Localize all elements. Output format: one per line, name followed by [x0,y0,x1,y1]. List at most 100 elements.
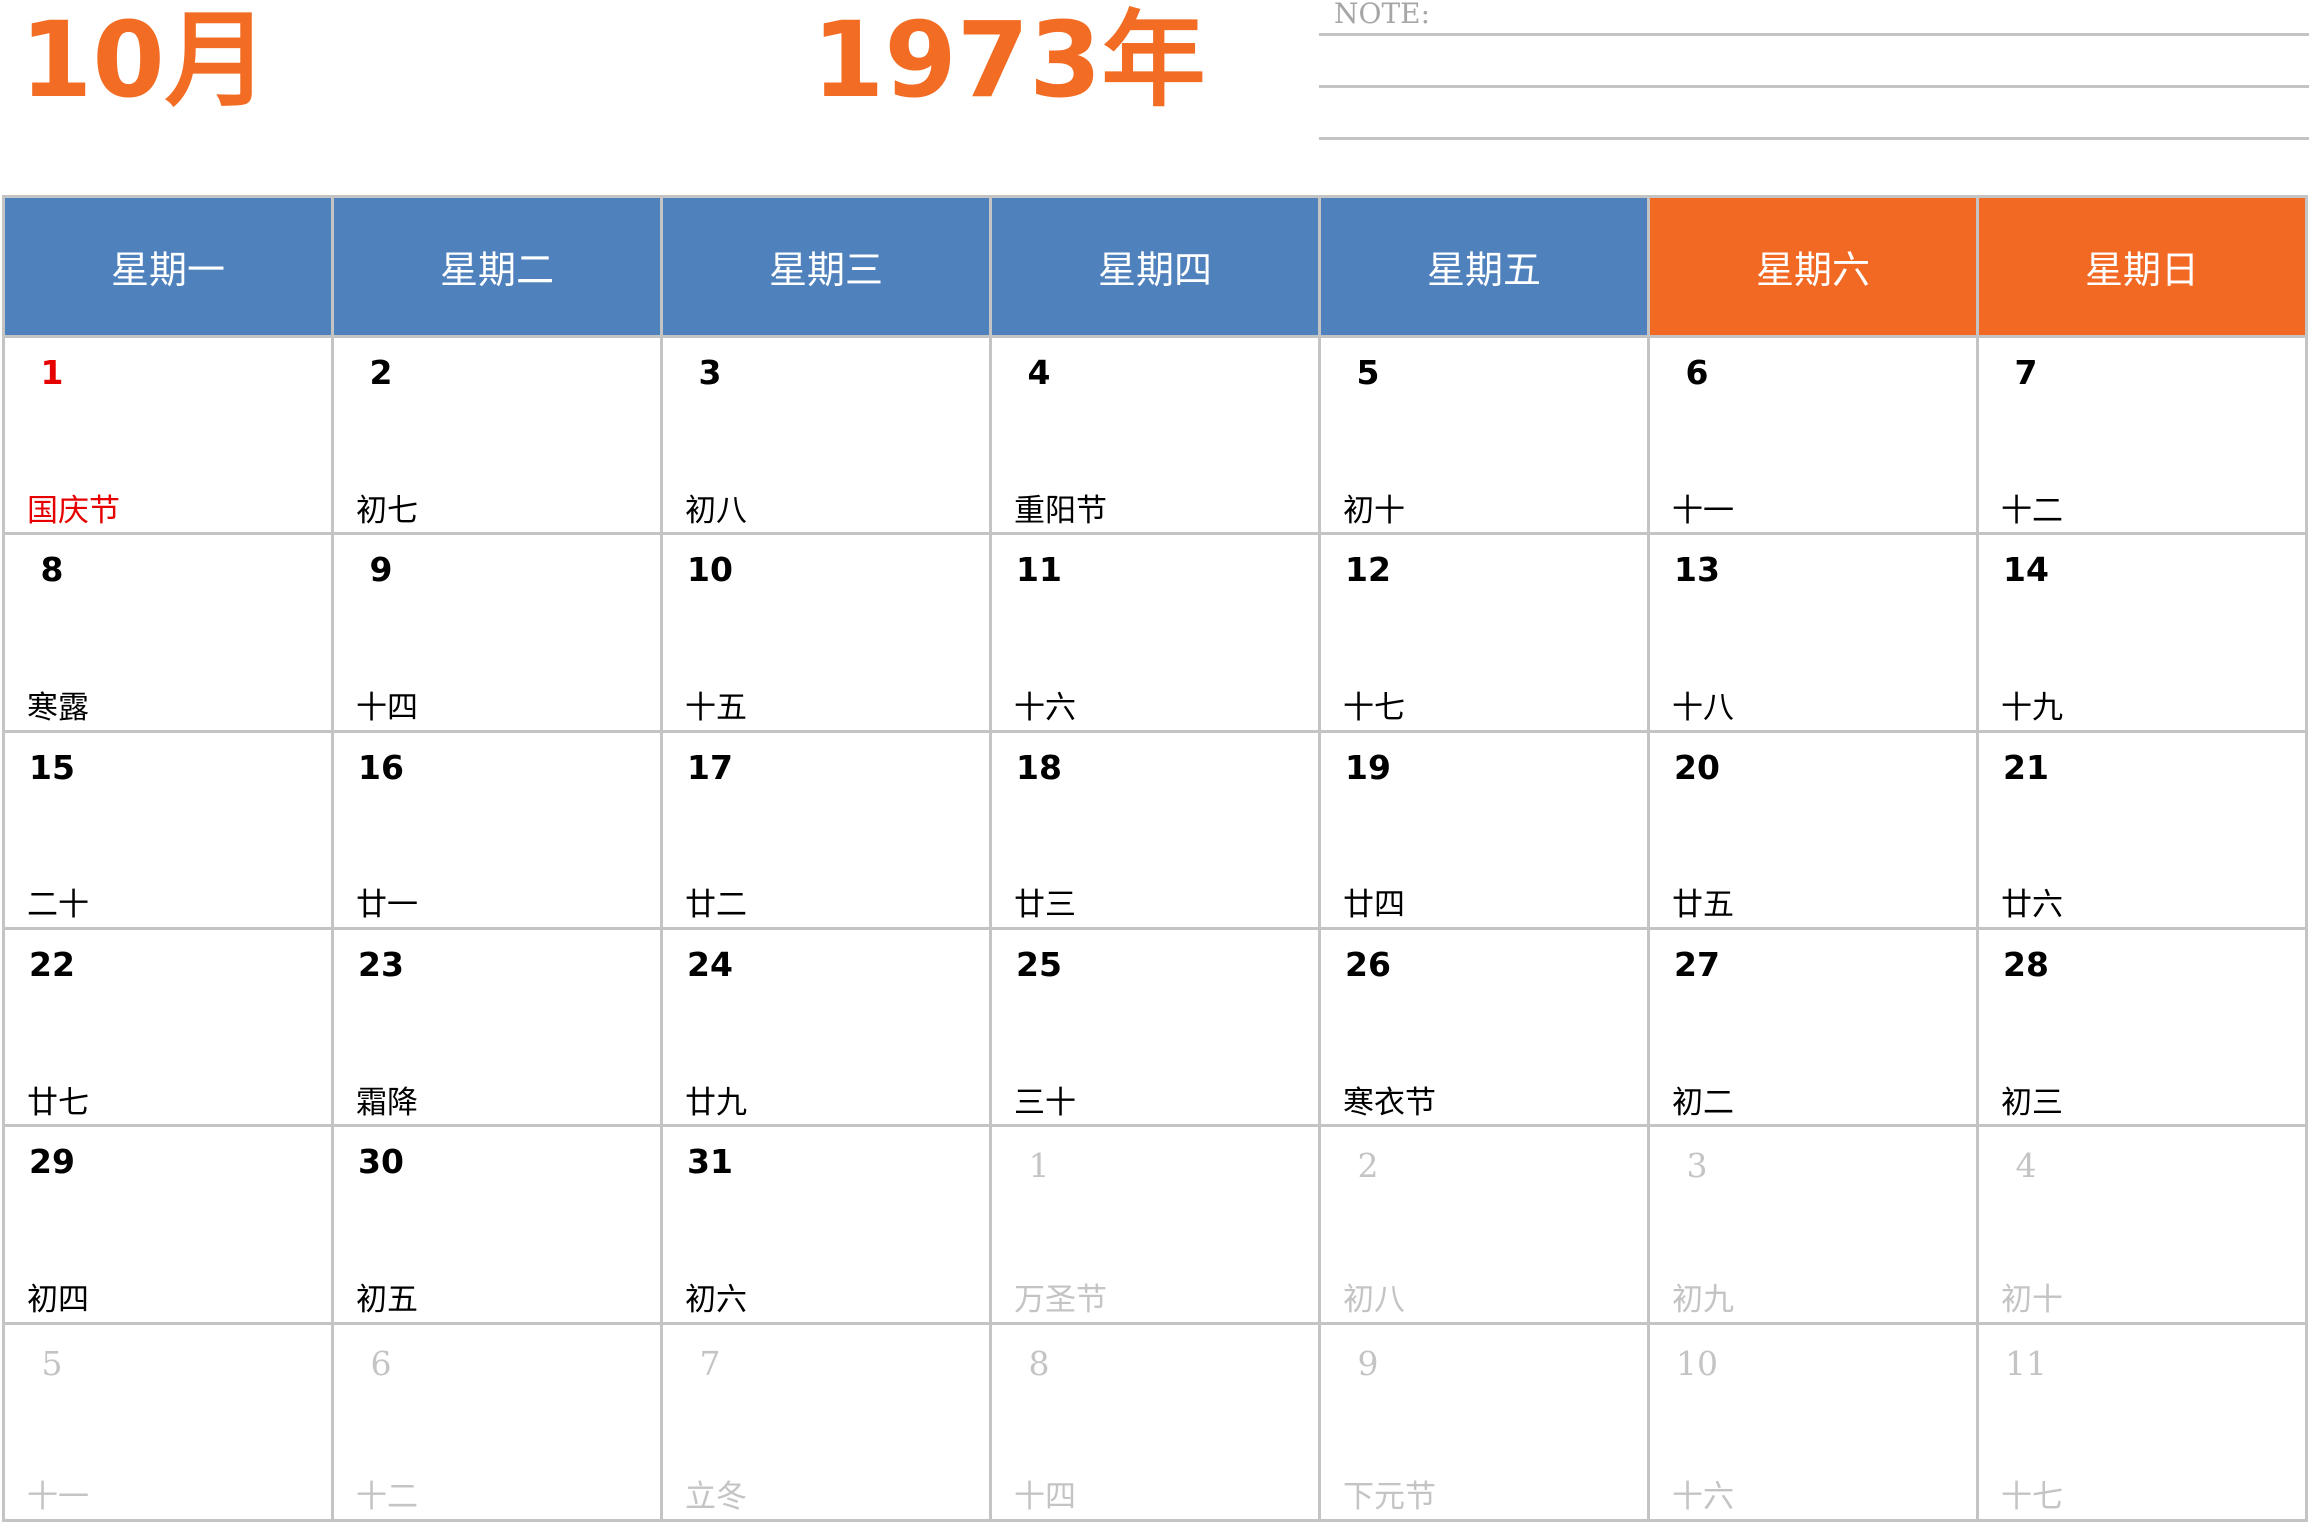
weekday-header: 星期二 [334,198,663,338]
day-cell: 29 初四 [5,1127,334,1325]
lunar-date: 初八 [1343,1281,1405,1318]
lunar-date: 国庆节 [27,492,120,529]
day-cell-other-month: 3 初九 [1650,1127,1979,1325]
lunar-date: 廿九 [685,1084,747,1121]
lunar-date: 十七 [2001,1479,2063,1516]
day-number: 11 [1016,550,1062,590]
lunar-date: 立冬 [685,1479,747,1516]
day-cell: 18 廿三 [992,732,1321,930]
day-number: 3 [698,353,722,392]
day-cell: 4 重阳节 [992,338,1321,536]
day-cell-other-month: 2 初八 [1321,1127,1650,1325]
lunar-date: 初六 [685,1281,747,1318]
day-cell: 26 寒衣节 [1321,929,1650,1128]
lunar-date: 十九 [2001,689,2063,726]
day-number: 4 [1027,353,1051,392]
day-cell: 21 廿六 [1979,732,2308,930]
day-number: 15 [29,747,75,787]
weekday-header: 星期日 [1979,198,2308,338]
day-cell-other-month: 9 下元节 [1321,1324,1650,1522]
lunar-date: 十四 [356,689,418,726]
day-number: 7 [699,1343,721,1383]
lunar-date: 初三 [2001,1084,2063,1121]
lunar-date: 初九 [1672,1281,1734,1318]
day-number: 3 [1686,1146,1708,1186]
day-number: 16 [358,747,404,787]
day-cell-other-month: 7 立冬 [663,1324,992,1522]
day-number: 11 [2005,1343,2047,1383]
lunar-date: 十四 [1014,1479,1076,1516]
lunar-date: 十七 [1343,689,1405,726]
day-number: 27 [1674,944,1720,984]
day-number: 22 [29,944,75,984]
day-cell: 7 十二 [1979,338,2308,536]
day-number: 17 [687,747,733,787]
day-cell: 22 廿七 [5,929,334,1128]
day-cell-other-month: 1 万圣节 [992,1127,1321,1325]
day-number: 2 [369,353,393,392]
lunar-date: 初十 [2001,1281,2063,1318]
lunar-date: 廿五 [1672,887,1734,924]
note-area: NOTE: [1319,0,2309,142]
day-cell: 16 廿一 [334,732,663,930]
lunar-date: 初四 [27,1281,89,1318]
day-number: 19 [1345,747,1391,787]
lunar-date: 廿七 [27,1084,89,1121]
day-number: 26 [1345,944,1391,984]
note-line [1319,137,2309,140]
weekday-header: 星期一 [5,198,334,338]
calendar-grid: 星期一 星期二 星期三 星期四 星期五 星期六 星期日 1 国庆节 2 初七 3 初八 4 重阳节 5 初十 6 十… [2,195,2308,1522]
day-number: 1 [40,353,64,392]
lunar-date: 万圣节 [1014,1281,1107,1318]
lunar-date: 十五 [685,689,747,726]
day-number: 14 [2003,550,2049,590]
day-cell: 10 十五 [663,535,992,733]
day-cell: 23 霜降 [334,929,663,1128]
day-cell-other-month: 11 十七 [1979,1324,2308,1522]
lunar-date: 寒露 [27,689,89,726]
lunar-date: 廿二 [685,887,747,924]
day-number: 6 [370,1343,392,1383]
day-cell: 8 寒露 [5,535,334,733]
day-cell: 27 初二 [1650,929,1979,1128]
day-number: 23 [358,944,404,984]
lunar-date: 十八 [1672,689,1734,726]
lunar-date: 初八 [685,492,747,529]
day-number: 18 [1016,747,1062,787]
weekday-header: 星期三 [663,198,992,338]
day-number: 4 [2015,1146,2037,1186]
lunar-date: 霜降 [356,1084,418,1121]
day-number: 8 [1028,1343,1050,1383]
lunar-date: 初五 [356,1281,418,1318]
day-number: 9 [369,550,393,590]
day-number: 7 [2014,353,2038,392]
note-line [1319,33,2309,36]
day-cell: 3 初八 [663,338,992,536]
day-number: 5 [1356,353,1380,392]
lunar-date: 十二 [2001,492,2063,529]
lunar-date: 廿六 [2001,887,2063,924]
day-cell: 13 十八 [1650,535,1979,733]
day-cell: 1 国庆节 [5,338,334,536]
day-cell: 20 廿五 [1650,732,1979,930]
day-number: 31 [687,1142,733,1182]
day-cell: 30 初五 [334,1127,663,1325]
day-number: 21 [2003,747,2049,787]
lunar-date: 下元节 [1343,1479,1436,1516]
lunar-date: 十二 [356,1479,418,1516]
day-cell: 19 廿四 [1321,732,1650,930]
day-cell-other-month: 4 初十 [1979,1127,2308,1325]
day-number: 10 [1676,1343,1718,1383]
day-cell: 28 初三 [1979,929,2308,1128]
month-title: 10月 [20,0,269,121]
lunar-date: 三十 [1014,1084,1076,1121]
weekday-header: 星期六 [1650,198,1979,338]
day-cell-other-month: 8 十四 [992,1324,1321,1522]
day-cell: 14 十九 [1979,535,2308,733]
day-number: 12 [1345,550,1391,590]
lunar-date: 寒衣节 [1343,1084,1436,1121]
day-number: 25 [1016,944,1062,984]
day-number: 10 [687,550,733,590]
day-cell: 25 三十 [992,929,1321,1128]
day-cell: 31 初六 [663,1127,992,1325]
